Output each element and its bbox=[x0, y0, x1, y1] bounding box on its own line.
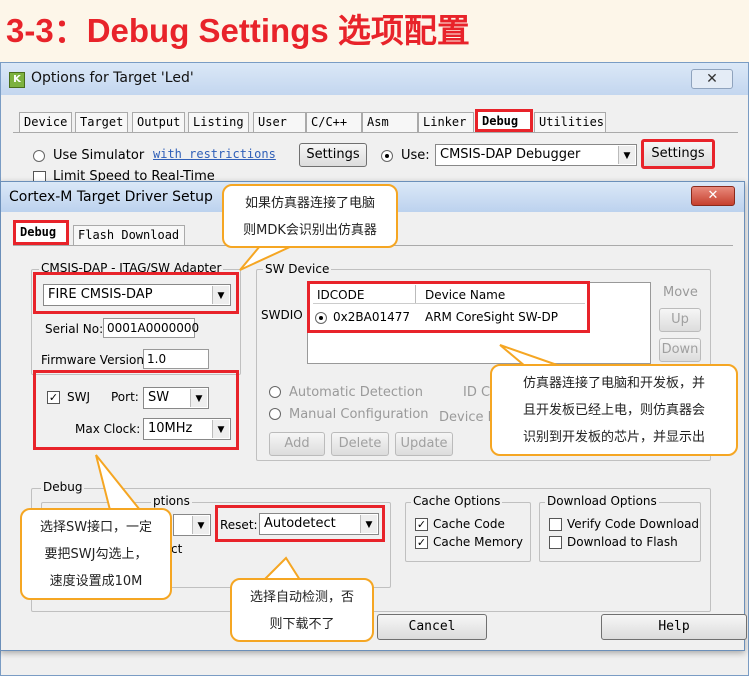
callout-1-pointer bbox=[239, 245, 293, 271]
callout-2-pointer bbox=[499, 344, 561, 367]
callout-1-line-1: 如果仿真器连接了电脑 bbox=[244, 196, 375, 211]
callout-4-pointer bbox=[261, 556, 302, 581]
callout-2-line-2: 且开发板已经上电，则仿真器会 bbox=[522, 403, 705, 418]
callout-3-line-1: 选择SW接口，一定 bbox=[39, 520, 153, 535]
callout-2-line-3: 识别到开发板的芯片，并显示出 bbox=[522, 430, 705, 445]
callout-chip-detect: 仿真器连接了电脑和开发板，并 且开发板已经上电，则仿真器会 识别到开发板的芯片，… bbox=[490, 364, 738, 456]
callout-reset-auto: 选择自动检测，否 则下载不了 bbox=[230, 578, 374, 642]
callout-swj-port: 选择SW接口，一定 要把SWJ勾选上， 速度设置成10M bbox=[20, 508, 172, 600]
callout-4-line-2: 则下载不了 bbox=[269, 617, 335, 632]
callout-3-line-2: 要把SWJ勾选上， bbox=[44, 547, 148, 562]
callout-4-line-1: 选择自动检测，否 bbox=[249, 590, 354, 605]
callout-2-line-1: 仿真器连接了电脑和开发板，并 bbox=[522, 376, 705, 391]
callout-adapter-detect: 如果仿真器连接了电脑 则MDK会识别出仿真器 bbox=[222, 184, 398, 248]
callout-3-pointer bbox=[95, 454, 143, 511]
callout-1-line-2: 则MDK会识别出仿真器 bbox=[243, 223, 377, 238]
callout-3-line-3: 速度设置成10M bbox=[49, 574, 143, 589]
